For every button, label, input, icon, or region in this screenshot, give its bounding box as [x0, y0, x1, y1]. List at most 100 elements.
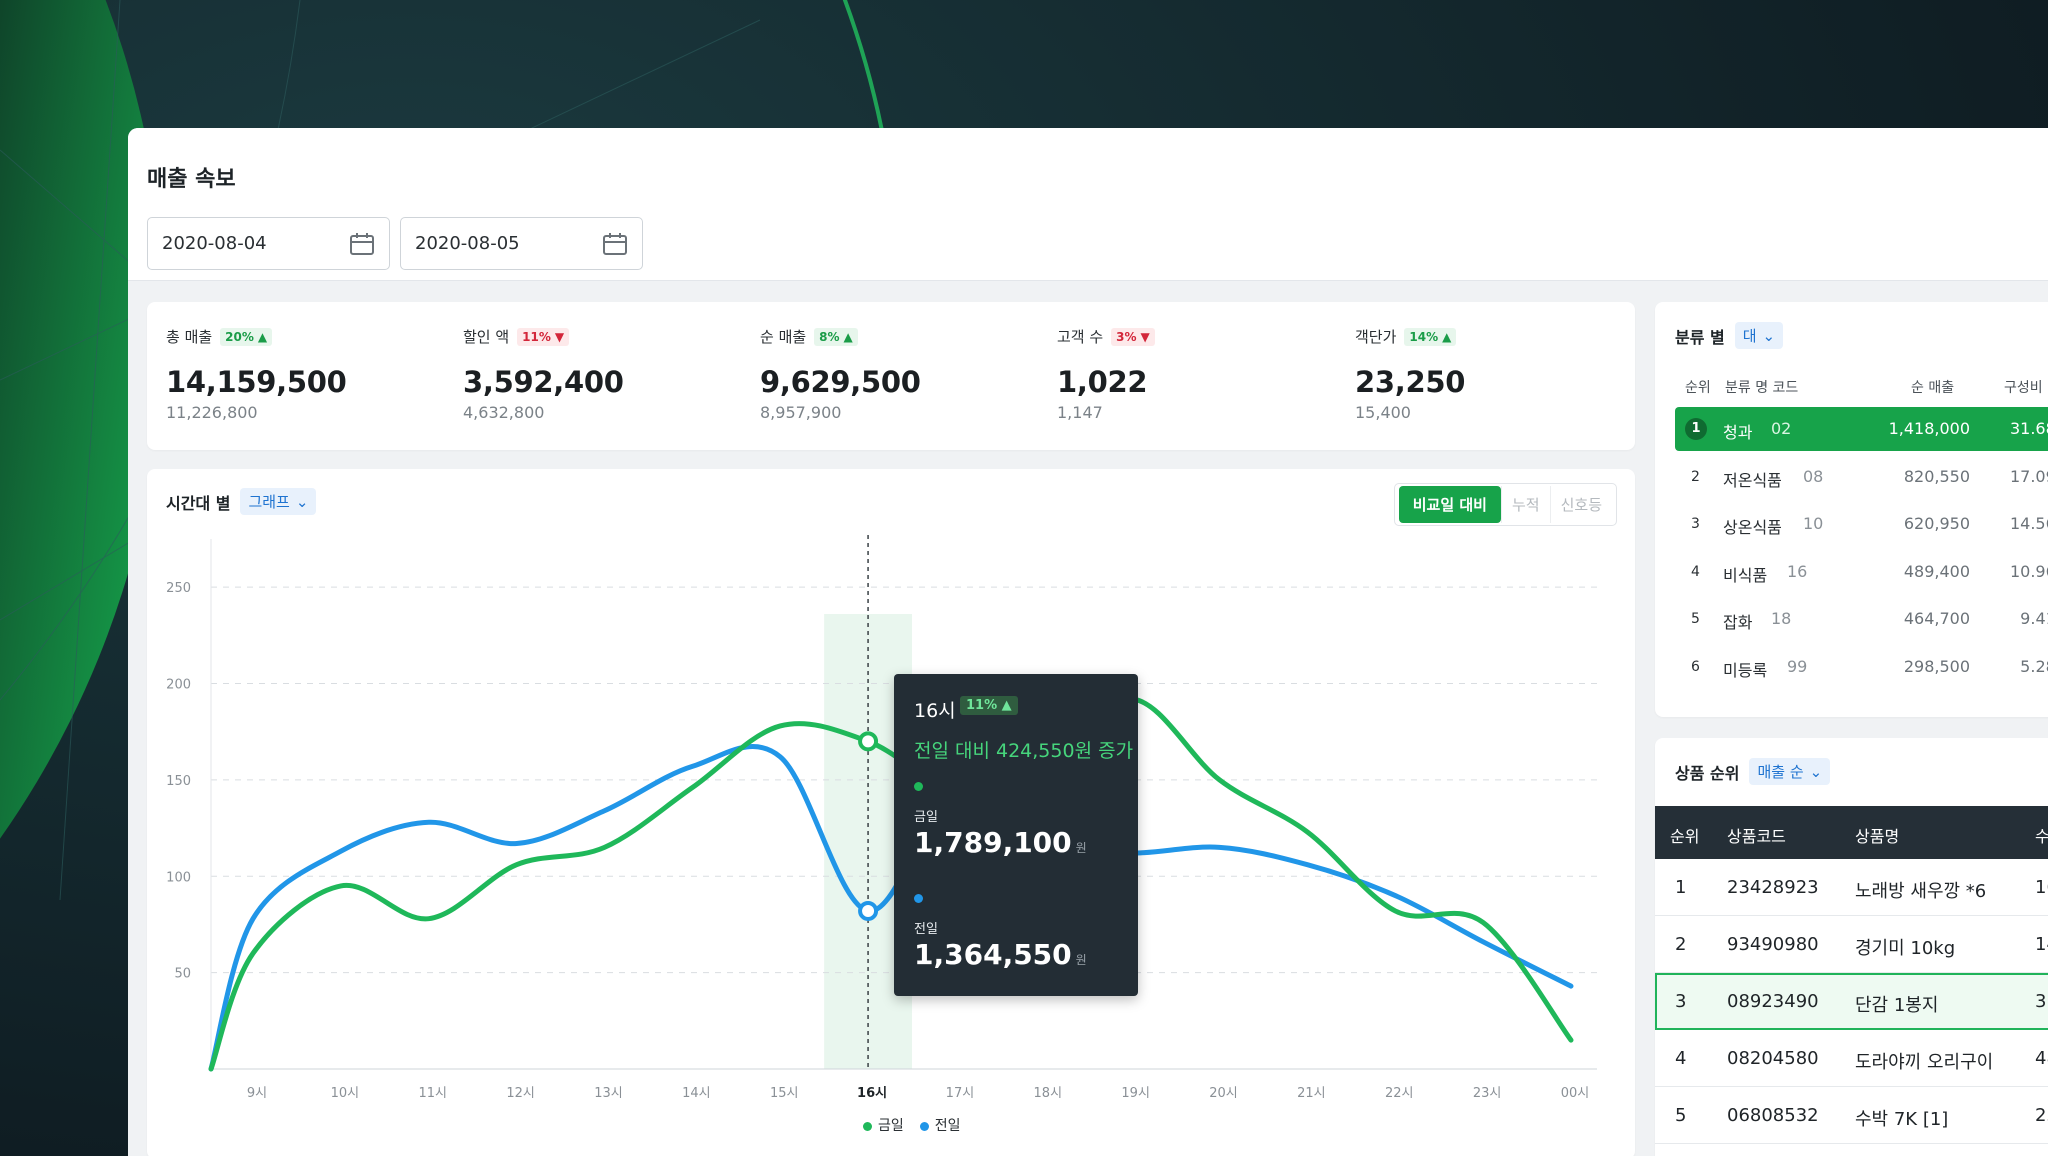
x-tick-label: 18시	[1034, 1086, 1063, 1101]
kpi-net-sales: 순 매출 8% ▲ 9,629,500 8,957,900	[760, 326, 1050, 422]
category-net: 1,418,000	[1888, 419, 1970, 438]
kpi-value: 3,592,400	[463, 365, 624, 399]
category-name: 비식품	[1723, 566, 1768, 585]
category-share: 9.41%	[2020, 609, 2048, 628]
code-cell: 08204580	[1727, 1048, 1819, 1069]
category-share: 17.09%	[2009, 467, 2048, 486]
section-title: 시간대 별	[166, 493, 231, 513]
col-product-code: 상품코드	[1727, 827, 1786, 846]
kpi-value: 23,250	[1355, 365, 1466, 399]
category-net: 298,500	[1903, 657, 1970, 676]
change-badge: 11% ▼	[517, 327, 570, 346]
y-tick-label: 50	[174, 967, 191, 982]
tooltip-today-value: 1,789,100 원	[914, 826, 1087, 859]
category-name: 청과	[1723, 423, 1753, 442]
rank-number: 6	[1691, 659, 1700, 675]
kpi-previous: 8,957,900	[760, 403, 842, 422]
rank-cell: 1	[1675, 877, 1687, 898]
legend-today[interactable]: 금일	[863, 1115, 904, 1135]
chevron-down-icon: ⌄	[295, 492, 309, 511]
toggle-cumulative[interactable]: 누적	[1500, 486, 1550, 523]
x-tick-label: 13시	[594, 1086, 623, 1101]
qty-cell: 31	[2035, 991, 2048, 1012]
compare-toggle-group: 비교일 대비 누적 신호등	[1393, 483, 1617, 526]
category-row[interactable]: 5 잡화 18 464,700 9.41%	[1675, 597, 2048, 641]
dashboard-panel: 매출 속보 2020-08-04 2020-08-05 총 매출 20% ▲ 14,…	[128, 128, 2048, 1156]
legend-previous[interactable]: 전일	[919, 1115, 961, 1135]
name-cell: 경기미 10kg	[1855, 938, 1956, 959]
date-to-field[interactable]: 2020-08-05	[400, 217, 643, 270]
x-tick-label: 10시	[331, 1086, 360, 1101]
name-cell: 수박 7K [1]	[1855, 1109, 1949, 1130]
col-rank: 순위	[1670, 827, 1700, 846]
rank-number: 4	[1691, 564, 1700, 580]
x-tick-label: 21시	[1297, 1086, 1326, 1101]
toggle-signal[interactable]: 신호등	[1549, 486, 1612, 523]
category-name: 상온식품	[1723, 518, 1782, 537]
chevron-down-icon: ⌄	[1762, 326, 1776, 345]
calendar-icon[interactable]	[602, 232, 628, 256]
category-net: 820,550	[1903, 467, 1970, 486]
change-badge: 3% ▼	[1111, 327, 1155, 346]
kpi-previous: 15,400	[1355, 403, 1411, 422]
name-cell: 단감 1봉지	[1855, 995, 1939, 1016]
rank-cell: 3	[1675, 991, 1687, 1012]
category-level-select[interactable]: 대 ⌄	[1734, 322, 1784, 349]
x-tick-label: 12시	[506, 1086, 535, 1101]
arrow-down-icon: ▼	[554, 329, 565, 344]
category-row[interactable]: 3 상온식품 10 620,950 14.56%	[1675, 502, 2048, 546]
x-tick-label: 9시	[247, 1086, 267, 1101]
table-row-selected[interactable]: 3 08923490 단감 1봉지 31	[1655, 973, 2048, 1030]
kpi-label: 할인 액	[463, 328, 510, 346]
rank-number: 3	[1691, 516, 1700, 532]
view-select[interactable]: 그래프 ⌄	[240, 488, 317, 515]
rank-cell: 2	[1675, 934, 1687, 955]
code-cell: 08923490	[1727, 991, 1819, 1012]
calendar-icon[interactable]	[349, 232, 375, 256]
category-row[interactable]: 4 비식품 16 489,400 10.96%	[1675, 550, 2048, 594]
tooltip-hour: 16시	[914, 700, 956, 722]
y-tick-label: 150	[166, 774, 191, 789]
tooltip-prev-label: 전일	[914, 922, 938, 937]
category-name: 저온식품	[1723, 471, 1782, 490]
arrow-up-icon: ▲	[257, 329, 268, 344]
date-from-value: 2020-08-04	[162, 233, 267, 254]
table-row[interactable]: 2 93490980 경기미 10kg 14	[1655, 916, 2048, 973]
x-tick-label: 20시	[1209, 1086, 1238, 1101]
rank-number: 5	[1691, 611, 1700, 627]
change-badge: 14% ▲	[1404, 327, 1457, 346]
category-share: 31.68%	[2009, 419, 2048, 438]
kpi-discount: 할인 액 11% ▼ 3,592,400 4,632,800	[463, 326, 753, 422]
x-tick-label: 14시	[682, 1086, 711, 1101]
category-name: 잡화	[1723, 613, 1753, 632]
category-share: 5.28%	[2020, 657, 2048, 676]
code-cell: 06808532	[1727, 1105, 1819, 1126]
today-dot-icon	[914, 782, 923, 791]
table-row[interactable]: 1 23428923 노래방 새우깡 *6 16	[1655, 859, 2048, 916]
category-share: 14.56%	[2009, 514, 2048, 533]
x-tick-label: 00시	[1561, 1086, 1590, 1101]
toggle-compare[interactable]: 비교일 대비	[1398, 486, 1501, 523]
hover-point	[858, 731, 879, 752]
tooltip-today-label: 금일	[914, 810, 938, 825]
name-cell: 도라야끼 오리구이	[1855, 1052, 1994, 1073]
table-row[interactable]: 5 06808532 수박 7K [1] 23	[1655, 1087, 2048, 1144]
table-row[interactable]: 4 08204580 도라야끼 오리구이 48	[1655, 1030, 2048, 1087]
rank-cell: 4	[1675, 1048, 1687, 1069]
product-table-header: 순위 상품코드 상품명 수	[1655, 806, 2048, 859]
col-net: 순 매출	[1911, 380, 1955, 396]
col-quantity: 수	[2035, 827, 2048, 846]
kpi-previous: 11,226,800	[166, 403, 258, 422]
hourly-line-chart[interactable]: 50 100 150 200 250 9시 10시 11시 12시 13시 14시 15시 16시 17시…	[147, 529, 1635, 1129]
tooltip-diff: 전일 대비 424,550원 증가	[914, 740, 1134, 762]
qty-cell: 14	[2035, 934, 2048, 955]
category-code: 10	[1803, 514, 1824, 533]
change-badge: 8% ▲	[814, 327, 858, 346]
category-row[interactable]: 2 저온식품 08 820,550 17.09%	[1675, 455, 2048, 499]
category-row[interactable]: 6 미등록 99 298,500 5.28%	[1675, 645, 2048, 689]
date-from-field[interactable]: 2020-08-04	[147, 217, 390, 270]
sort-select[interactable]: 매출 순 ⌄	[1749, 758, 1831, 785]
category-code: 99	[1787, 657, 1808, 676]
category-row[interactable]: 1 청과 02 1,418,000 31.68%	[1675, 407, 2048, 451]
y-tick-label: 200	[166, 678, 191, 693]
